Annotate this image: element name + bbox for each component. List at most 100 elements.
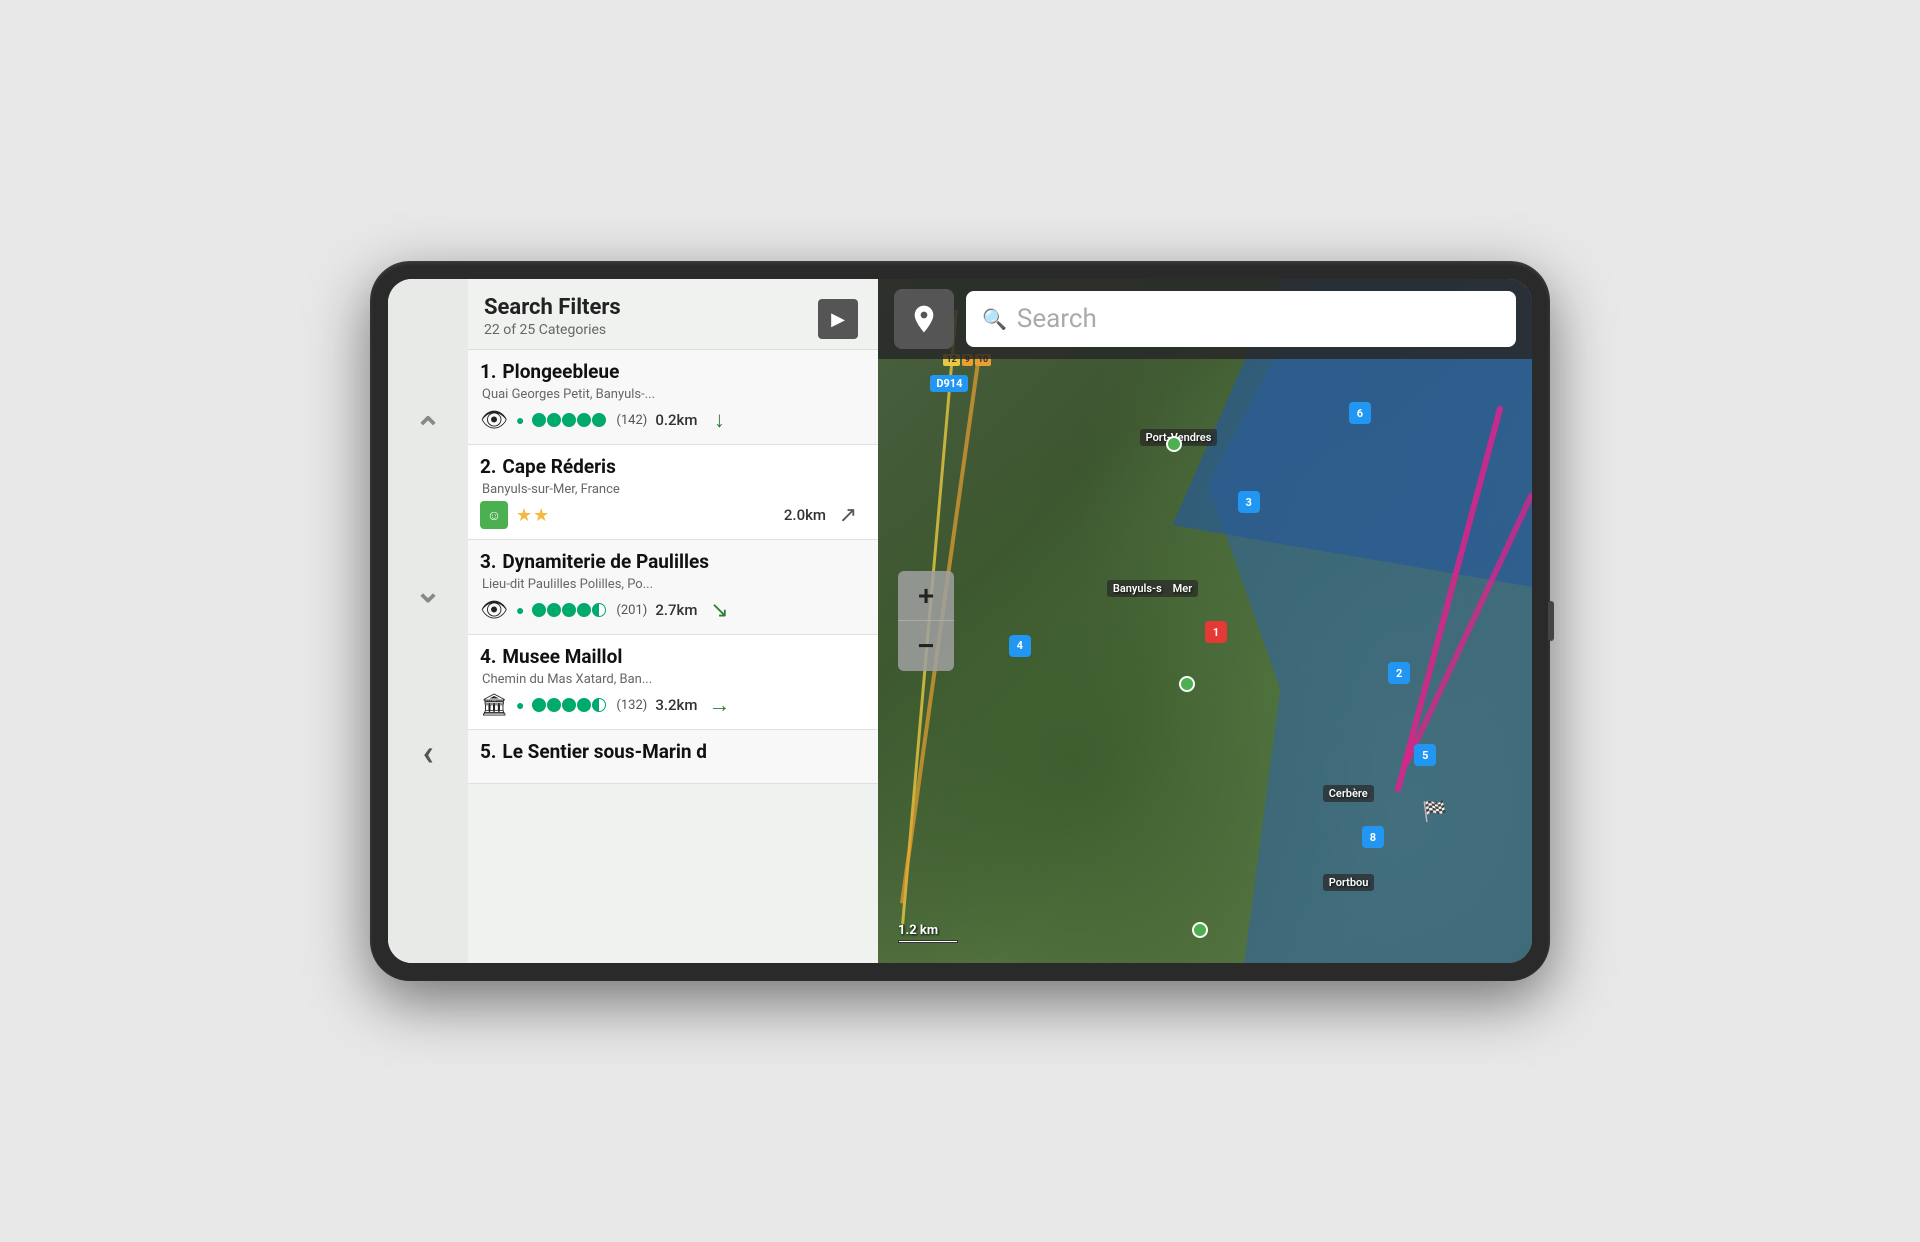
nav-arrows: ⌃ ⌄ ‹ <box>388 279 468 963</box>
panel-title: Search Filters <box>484 295 621 320</box>
result-address: Quai Georges Petit, Banyuls-... <box>480 387 862 402</box>
content-area: Search Filters 22 of 25 Categories ▶ 1. … <box>468 279 878 963</box>
binoculars-icon: 👁 <box>480 598 508 623</box>
review-count: (132) <box>616 698 647 713</box>
location-button[interactable] <box>894 289 954 349</box>
green-pin-3 <box>1192 922 1208 938</box>
left-panel: ⌃ ⌄ ‹ Search Filters 22 of 25 Categories… <box>388 279 878 963</box>
dot-5 <box>592 413 606 427</box>
road-badge-d914: D914 <box>930 375 968 392</box>
pin-1: 1 <box>1205 621 1227 643</box>
pin-4: 4 <box>1009 635 1031 657</box>
rating-dots <box>532 413 606 427</box>
result-number: 3. <box>480 550 496 573</box>
star-rating: ★ ★ <box>516 505 549 526</box>
ta-icon: ● <box>516 602 524 619</box>
star-2: ★ <box>533 505 549 526</box>
dot-4 <box>577 698 591 712</box>
result-name: Cape Réderis <box>502 455 615 478</box>
result-number: 5. <box>480 740 496 763</box>
dot-1 <box>532 698 546 712</box>
result-address: Lieu-dit Paulilles Polilles, Po... <box>480 577 862 592</box>
power-button[interactable] <box>1548 601 1554 641</box>
star-1: ★ <box>516 505 532 526</box>
binoculars-icon: 👁 <box>480 408 508 433</box>
result-row2: 👁 ● (201) 2.7km ↘ <box>480 596 862 624</box>
dot-1 <box>532 413 546 427</box>
dot-5 <box>592 603 606 617</box>
result-row1: 3. Dynamiterie de Paulilles <box>480 550 862 573</box>
zoom-out-button[interactable]: − <box>898 621 954 671</box>
dot-2 <box>547 603 561 617</box>
result-number: 2. <box>480 455 496 478</box>
pin-3: 3 <box>1238 491 1260 513</box>
direction-arrow: ↘ <box>705 596 733 624</box>
checkered-flag: 🏁 <box>1422 799 1447 823</box>
result-name: Plongeebleue <box>502 360 619 383</box>
results-list: 1. Plongeebleue Quai Georges Petit, Bany… <box>468 350 878 963</box>
result-row2: ☺ ★ ★ 2.0km ↗ <box>480 501 862 529</box>
map-label-cerbere: Cerbère <box>1323 785 1374 802</box>
distance: 2.0km <box>784 506 826 524</box>
green-pin-1 <box>1166 436 1182 452</box>
dot-5 <box>592 698 606 712</box>
dot-4 <box>577 603 591 617</box>
result-address: Banyuls-sur-Mer, France <box>480 482 862 497</box>
result-name: Le Sentier sous-Marin d <box>502 740 707 763</box>
result-row2: 🏛 ● (132) 3.2km → <box>480 691 862 719</box>
map-label-portbou: Portbou <box>1323 874 1375 891</box>
review-count: (142) <box>616 413 647 428</box>
result-name-row: 1. Plongeebleue <box>480 360 619 383</box>
result-name: Musee Maillol <box>502 645 622 668</box>
result-name: Dynamiterie de Paulilles <box>502 550 709 573</box>
rating-dots <box>532 603 606 617</box>
direction-arrow: ↓ <box>705 406 733 434</box>
search-placeholder: Search <box>1017 304 1097 334</box>
result-item-3[interactable]: 3. Dynamiterie de Paulilles Lieu-dit Pau… <box>468 540 878 635</box>
panel-subtitle: 22 of 25 Categories <box>484 322 621 338</box>
garmin-device: GARMIN ⌃ ⌄ ‹ Search Filters 22 of 25 Cat… <box>370 261 1550 981</box>
search-icon: 🔍 <box>982 307 1007 331</box>
result-row1: 1. Plongeebleue <box>480 360 862 383</box>
result-row2: 👁 ● (142) 0.2km ↓ <box>480 406 862 434</box>
header-text: Search Filters 22 of 25 Categories <box>484 295 621 338</box>
dot-4 <box>577 413 591 427</box>
distance: 3.2km <box>655 696 697 714</box>
dot-3 <box>562 413 576 427</box>
result-item-1[interactable]: 1. Plongeebleue Quai Georges Petit, Bany… <box>468 350 878 445</box>
map-panel: 🔍 Search D914 Port-Vendres Banyuls-s Mer… <box>878 279 1532 963</box>
down-arrow[interactable]: ⌄ <box>398 561 458 621</box>
direction-arrow: → <box>705 691 733 719</box>
dot-3 <box>562 603 576 617</box>
scale-indicator: 1.2 km <box>898 923 958 943</box>
result-item-4[interactable]: 4. Musee Maillol Chemin du Mas Xatard, B… <box>468 635 878 730</box>
scale-bar <box>898 940 958 943</box>
distance: 0.2km <box>655 411 697 429</box>
pin-6: 6 <box>1349 402 1371 424</box>
direction-arrow: ↗ <box>834 501 862 529</box>
ta-icon: ● <box>516 697 524 714</box>
rating-dots <box>532 698 606 712</box>
result-row1: 4. Musee Maillol <box>480 645 862 668</box>
museum-icon: 🏛 <box>480 693 508 718</box>
search-box[interactable]: 🔍 Search <box>966 291 1516 347</box>
pin-8: 8 <box>1362 826 1384 848</box>
result-item-5[interactable]: 5. Le Sentier sous-Marin d <box>468 730 878 784</box>
map-top-bar: 🔍 Search <box>878 279 1532 359</box>
panel-header: Search Filters 22 of 25 Categories ▶ <box>468 279 878 350</box>
up-arrow[interactable]: ⌃ <box>398 399 458 459</box>
distance: 2.7km <box>655 601 697 619</box>
pin-2: 2 <box>1388 662 1410 684</box>
screen: ⌃ ⌄ ‹ Search Filters 22 of 25 Categories… <box>388 279 1532 963</box>
michelin-icon: ☺ <box>480 501 508 529</box>
back-arrow[interactable]: ‹ <box>398 723 458 783</box>
dot-1 <box>532 603 546 617</box>
ta-icon: ● <box>516 412 524 429</box>
green-pin-2 <box>1179 676 1195 692</box>
header-next-button[interactable]: ▶ <box>818 299 858 339</box>
dot-2 <box>547 413 561 427</box>
result-item-2[interactable]: 2. Cape Réderis Banyuls-sur-Mer, France … <box>468 445 878 540</box>
result-address: Chemin du Mas Xatard, Ban... <box>480 672 862 687</box>
pin-5: 5 <box>1414 744 1436 766</box>
zoom-in-button[interactable]: + <box>898 571 954 621</box>
